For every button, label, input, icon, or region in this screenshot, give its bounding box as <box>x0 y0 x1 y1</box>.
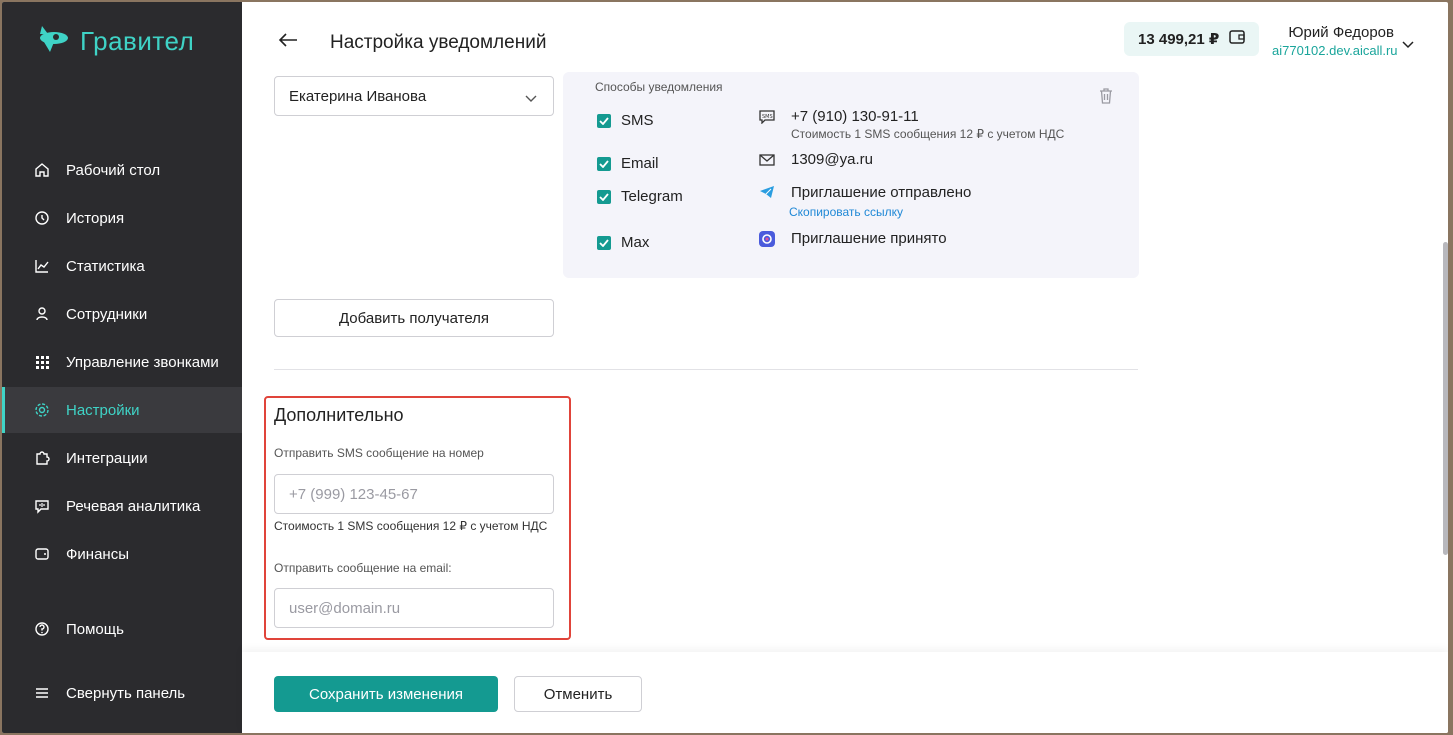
brand-name: Гравител <box>80 26 195 56</box>
sms-icon: SMS <box>759 110 775 129</box>
method-max[interactable]: Max <box>597 234 649 251</box>
sms-cost-note: Стоимость 1 SMS сообщения 12 ₽ с учетом … <box>274 519 548 533</box>
email-input[interactable] <box>274 588 554 628</box>
telegram-checkbox[interactable] <box>597 189 611 204</box>
method-label: SMS <box>621 112 654 129</box>
sidebar-item-label: Финансы <box>66 545 129 563</box>
user-icon <box>34 306 50 322</box>
sms-number-label: Отправить SMS сообщение на номер <box>274 446 484 460</box>
sms-checkbox[interactable] <box>597 113 611 128</box>
brand-logo[interactable]: Гравител <box>34 24 194 59</box>
chevron-down-icon[interactable] <box>1402 36 1414 54</box>
home-icon <box>34 162 50 178</box>
sidebar-item-label: Свернуть панель <box>66 684 186 702</box>
sidebar-item-finance[interactable]: Финансы <box>2 531 242 577</box>
method-telegram[interactable]: Telegram <box>597 188 683 205</box>
sidebar-item-settings[interactable]: Настройки <box>2 387 242 433</box>
page-title: Настройка уведомлений <box>330 32 547 53</box>
max-icon <box>759 231 775 252</box>
max-status: Приглашение принято <box>791 230 947 247</box>
sidebar-item-integrations[interactable]: Интеграции <box>2 435 242 481</box>
email-address: 1309@ya.ru <box>791 151 873 168</box>
add-recipient-button[interactable]: Добавить получателя <box>274 299 554 337</box>
sidebar-item-statistics[interactable]: Статистика <box>2 243 242 289</box>
back-arrow-icon[interactable] <box>278 32 298 53</box>
method-sms[interactable]: SMS <box>597 112 654 129</box>
svg-text:SMS: SMS <box>762 114 773 120</box>
sidebar-item-label: Статистика <box>66 257 145 275</box>
trash-icon[interactable] <box>1099 88 1113 109</box>
mail-icon <box>759 153 775 171</box>
wallet-icon <box>1229 30 1246 48</box>
sidebar-item-employees[interactable]: Сотрудники <box>2 291 242 337</box>
grid-icon <box>34 354 50 370</box>
wallet-icon <box>34 546 50 562</box>
puzzle-icon <box>34 450 50 466</box>
sidebar-item-desktop[interactable]: Рабочий стол <box>2 147 242 193</box>
balance-value: 13 499,21 ₽ <box>1138 31 1220 48</box>
user-menu[interactable]: Юрий Федоров ai770102.dev.aicall.ru <box>1272 24 1398 58</box>
notification-methods-panel: Способы уведомления SMS SMS +7 (910) 130… <box>563 72 1139 278</box>
additional-title: Дополнительно <box>274 405 404 425</box>
sidebar-item-label: Рабочий стол <box>66 161 161 179</box>
logo-icon <box>34 24 70 59</box>
divider <box>274 369 1138 370</box>
copy-link[interactable]: Скопировать ссылку <box>789 205 903 219</box>
max-checkbox[interactable] <box>597 235 611 250</box>
user-name: Юрий Федоров <box>1288 24 1394 41</box>
scrollbar[interactable] <box>1443 242 1448 555</box>
sidebar-item-call-management[interactable]: Управление звонками <box>2 339 242 385</box>
sidebar-item-label: История <box>66 209 125 227</box>
method-label: Email <box>621 155 659 172</box>
sidebar-item-label: Настройки <box>66 401 140 419</box>
history-icon <box>34 210 50 226</box>
sidebar: Гравител Рабочий стол История Статистика… <box>2 2 242 733</box>
sms-number-input[interactable] <box>274 474 554 514</box>
user-domain: ai770102.dev.aicall.ru <box>1272 43 1398 58</box>
sidebar-item-label: Интеграции <box>66 449 148 467</box>
sidebar-collapse-button[interactable]: Свернуть панель <box>2 670 242 716</box>
speech-icon <box>34 498 50 514</box>
recipient-select[interactable]: Екатерина Иванова <box>274 76 554 116</box>
sms-cost-note: Стоимость 1 SMS сообщения 12 ₽ с учетом … <box>791 127 1065 141</box>
gear-icon <box>34 402 50 418</box>
email-checkbox[interactable] <box>597 156 611 171</box>
menu-icon <box>34 685 50 701</box>
method-email[interactable]: Email <box>597 155 659 172</box>
sms-phone: +7 (910) 130-91-11 <box>791 108 919 125</box>
email-label: Отправить сообщение на email: <box>274 561 452 575</box>
sidebar-item-history[interactable]: История <box>2 195 242 241</box>
method-label: Max <box>621 234 650 251</box>
methods-title: Способы уведомления <box>595 80 723 94</box>
method-label: Telegram <box>621 188 683 205</box>
chevron-down-icon <box>525 90 537 107</box>
save-button[interactable]: Сохранить изменения <box>274 676 498 712</box>
help-icon <box>34 621 50 637</box>
telegram-icon <box>759 185 775 204</box>
balance-badge[interactable]: 13 499,21 ₽ <box>1124 22 1260 56</box>
sidebar-item-speech-analytics[interactable]: Речевая аналитика <box>2 483 242 529</box>
sidebar-item-label: Речевая аналитика <box>66 497 201 515</box>
chart-icon <box>34 258 50 274</box>
sidebar-item-label: Помощь <box>66 620 124 638</box>
sidebar-item-help[interactable]: Помощь <box>2 606 242 652</box>
sidebar-item-label: Сотрудники <box>66 305 148 323</box>
recipient-name: Екатерина Иванова <box>289 87 427 105</box>
sidebar-item-label: Управление звонками <box>66 353 219 371</box>
app-window: Гравител Рабочий стол История Статистика… <box>2 2 1448 733</box>
cancel-button[interactable]: Отменить <box>514 676 642 712</box>
telegram-status: Приглашение отправлено <box>791 184 972 201</box>
